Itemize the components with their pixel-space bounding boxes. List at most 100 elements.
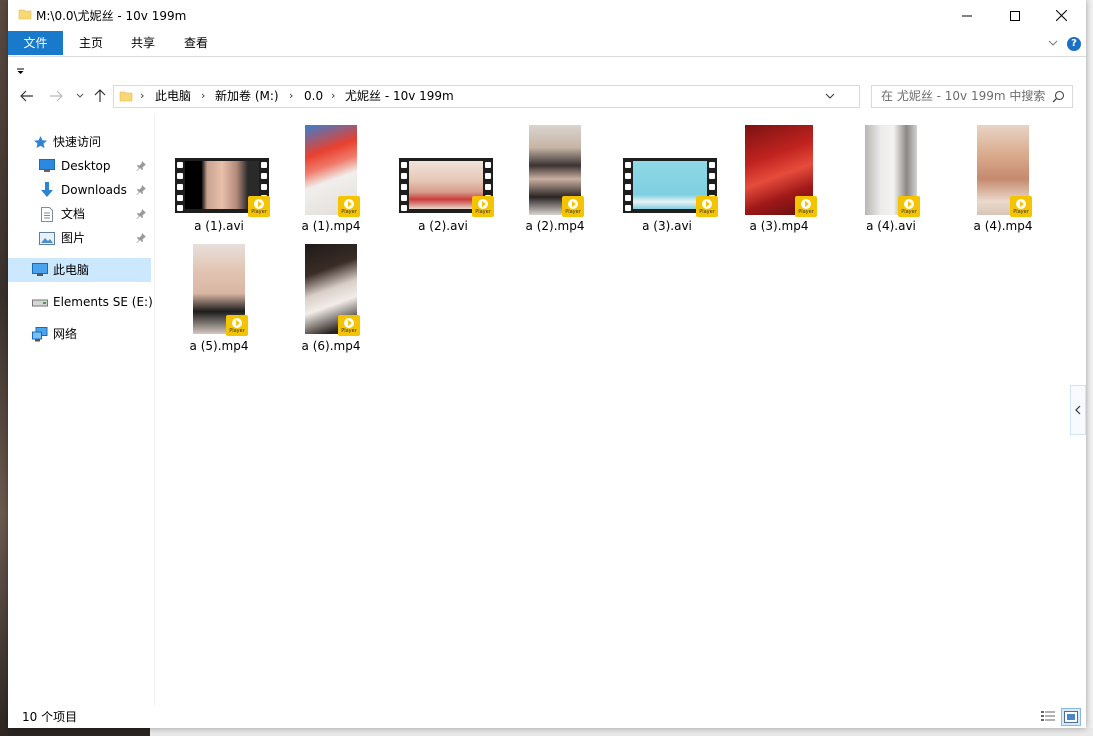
file-name: a (4).avi <box>866 219 916 233</box>
maximize-button[interactable] <box>992 0 1038 31</box>
breadcrumb-this-pc[interactable]: 此电脑 <box>155 86 191 107</box>
document-icon <box>39 206 55 222</box>
sidebar-item-label: 图片 <box>61 231 86 245</box>
window-title: M:\0.0\尤妮丝 - 10v 199m <box>36 9 187 23</box>
drive-icon <box>32 294 48 310</box>
address-bar[interactable]: › 此电脑 › 新加卷 (M:) › 0.0 › 尤妮丝 - 10v 199m <box>113 85 959 108</box>
file-name: a (4).mp4 <box>973 219 1033 233</box>
large-icons-view-button[interactable] <box>1061 708 1081 726</box>
up-arrow-icon <box>94 89 106 102</box>
folder-icon <box>119 89 133 103</box>
search-icon[interactable] <box>1052 90 1065 103</box>
tab-share[interactable]: 共享 <box>120 31 166 55</box>
forward-button[interactable] <box>47 87 65 105</box>
sidebar-item-quick-access[interactable]: 快速访问 <box>8 130 151 154</box>
file-name: a (2).avi <box>418 219 468 233</box>
sidebar-item-label: 文档 <box>61 207 86 221</box>
file-item[interactable]: Player a (4).mp4 <box>948 123 1058 235</box>
file-item[interactable]: Player a (3).mp4 <box>724 123 834 235</box>
sidebar-item-elements-se[interactable]: Elements SE (E:) <box>8 290 153 314</box>
status-bar: 10 个项目 <box>8 705 1086 728</box>
player-badge-icon: Player <box>338 196 360 217</box>
file-item[interactable]: Player a (6).mp4 <box>276 243 386 355</box>
minimize-button[interactable] <box>944 0 990 31</box>
file-item[interactable]: Player a (5).mp4 <box>164 243 274 355</box>
pin-icon[interactable] <box>136 160 147 171</box>
star-icon <box>32 134 48 150</box>
sidebar-item-documents[interactable]: 文档 <box>8 202 151 226</box>
player-badge-icon: Player <box>472 196 494 217</box>
sidebar-item-label: 快速访问 <box>53 135 102 149</box>
player-badge-icon: Player <box>795 196 817 217</box>
player-badge-icon: Player <box>338 315 360 336</box>
breadcrumb-chevron-icon[interactable]: › <box>140 86 144 107</box>
expand-ribbon-chevron-icon[interactable] <box>1046 36 1060 50</box>
tab-file[interactable]: 文件 <box>8 31 63 55</box>
breadcrumb-chevron-icon[interactable]: › <box>331 86 335 107</box>
file-name: a (1).mp4 <box>301 219 361 233</box>
player-badge-icon: Player <box>226 315 248 336</box>
file-list: Player a (1).avi Player a (1).mp4 Player… <box>154 115 1087 705</box>
maximize-icon <box>1010 10 1020 21</box>
breadcrumb-drive[interactable]: 新加卷 (M:) <box>215 86 279 107</box>
chevron-left-icon <box>1075 405 1081 415</box>
file-name: a (3).avi <box>642 219 692 233</box>
preview-pane-toggle-button[interactable] <box>1070 385 1086 435</box>
desktop-icon <box>39 158 55 174</box>
title-bar[interactable]: M:\0.0\尤妮丝 - 10v 199m <box>8 0 1086 31</box>
customize-toolbar-arrow-icon[interactable] <box>17 65 25 74</box>
sidebar-item-downloads[interactable]: Downloads <box>8 178 151 202</box>
this-pc-icon <box>32 262 48 278</box>
pin-icon[interactable] <box>136 232 147 243</box>
large-icons-view-icon <box>1064 711 1078 723</box>
file-name: a (3).mp4 <box>749 219 809 233</box>
close-icon <box>1055 10 1067 21</box>
back-button[interactable] <box>18 87 36 105</box>
file-item[interactable]: Player a (2).mp4 <box>500 123 610 235</box>
minimize-icon <box>962 15 972 16</box>
sidebar-item-network[interactable]: 网络 <box>8 322 151 346</box>
tab-view[interactable]: 查看 <box>173 31 219 55</box>
player-badge-icon: Player <box>1010 196 1032 217</box>
file-item[interactable]: Player a (2).avi <box>388 123 498 235</box>
recent-locations-button[interactable] <box>71 87 89 105</box>
sidebar-item-desktop[interactable]: Desktop <box>8 154 151 178</box>
file-item[interactable]: Player a (1).avi <box>164 123 274 235</box>
pin-icon[interactable] <box>136 184 147 195</box>
pin-icon[interactable] <box>136 208 147 219</box>
breadcrumb-chevron-icon[interactable]: › <box>289 86 293 107</box>
help-icon[interactable]: ? <box>1067 37 1081 51</box>
folder-icon <box>18 7 32 21</box>
close-button[interactable] <box>1038 0 1084 31</box>
navigation-pane: 快速访问 Desktop Downloads 文档 图片 此电脑 Element… <box>8 115 154 705</box>
breadcrumb-folder-0-0[interactable]: 0.0 <box>304 86 323 107</box>
pictures-icon <box>39 230 55 246</box>
search-box[interactable]: 在 尤妮丝 - 10v 199m 中搜索 <box>871 85 1073 108</box>
file-name: a (5).mp4 <box>189 339 249 353</box>
file-item[interactable]: Player a (4).avi <box>836 123 946 235</box>
player-badge-icon: Player <box>696 196 718 217</box>
sidebar-item-this-pc[interactable]: 此电脑 <box>8 258 151 282</box>
ribbon-tabs: 文件 主页 共享 查看 ? <box>8 31 1086 56</box>
back-arrow-icon <box>20 90 33 102</box>
file-item[interactable]: Player a (1).mp4 <box>276 123 386 235</box>
sidebar-item-label: 网络 <box>53 327 78 341</box>
sidebar-item-pictures[interactable]: 图片 <box>8 226 151 250</box>
sidebar-item-label: Downloads <box>61 183 127 197</box>
search-placeholder: 在 尤妮丝 - 10v 199m 中搜索 <box>881 89 1046 103</box>
sidebar-item-label: 此电脑 <box>53 263 90 277</box>
tab-home[interactable]: 主页 <box>68 31 114 55</box>
player-badge-icon: Player <box>248 196 270 217</box>
breadcrumb-chevron-icon[interactable]: › <box>201 86 205 107</box>
details-view-icon <box>1041 711 1055 721</box>
file-name: a (1).avi <box>194 219 244 233</box>
file-item[interactable]: Player a (3).avi <box>612 123 722 235</box>
details-view-button[interactable] <box>1039 708 1057 724</box>
sidebar-item-label: Desktop <box>61 159 111 173</box>
background-window-edge <box>1086 0 1093 736</box>
quick-access-toolbar <box>8 56 1086 80</box>
background-window-bottom <box>150 728 1093 736</box>
address-history-chevron-icon[interactable] <box>824 90 836 102</box>
breadcrumb-current-folder[interactable]: 尤妮丝 - 10v 199m <box>345 86 454 107</box>
up-button[interactable] <box>91 87 109 105</box>
